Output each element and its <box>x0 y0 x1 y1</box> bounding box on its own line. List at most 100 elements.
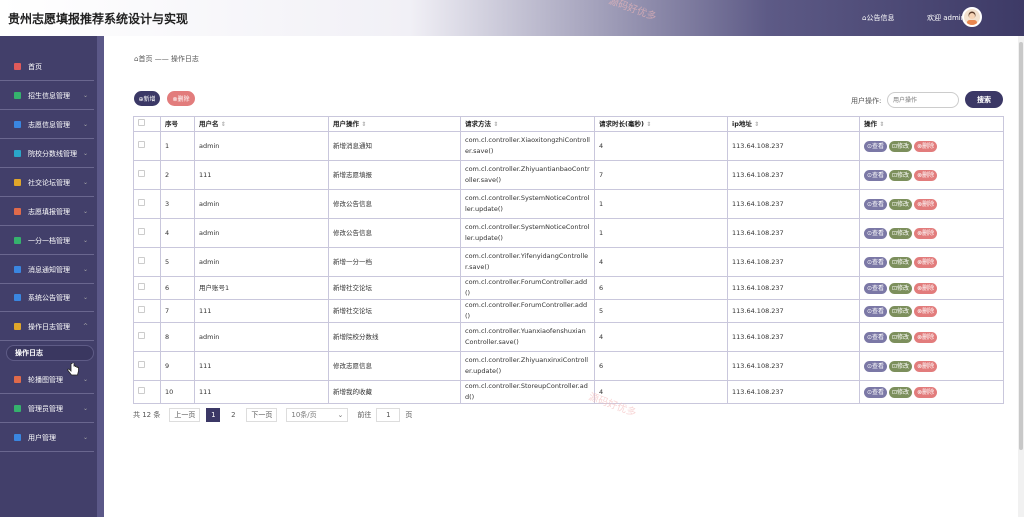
column-header-label: 用户操作 <box>333 119 359 128</box>
edit-button[interactable]: ⊡修改 <box>889 227 913 239</box>
sidebar-subitem-operation-log[interactable]: 操作日志 <box>6 345 94 361</box>
row-checkbox[interactable] <box>138 256 145 264</box>
sidebar-item[interactable]: 首页 <box>0 53 94 81</box>
cell-action: 新增一分一档 <box>328 247 461 277</box>
cell-action: 新增消息通知 <box>328 131 461 161</box>
scrollbar-thumb[interactable] <box>1019 42 1023 450</box>
cell-user: 111 <box>194 380 329 404</box>
sort-icon[interactable]: ⇕ <box>221 121 226 128</box>
sidebar-item-label: 消息通知管理 <box>28 265 70 274</box>
sidebar-item[interactable]: 轮播图管理 ⌄ <box>0 366 94 394</box>
sort-icon[interactable]: ⇕ <box>879 121 884 128</box>
row-delete-button[interactable]: ⊗删除 <box>914 256 938 268</box>
sidebar-item[interactable]: 管理员管理 ⌄ <box>0 395 94 423</box>
edit-button[interactable]: ⊡修改 <box>889 198 913 210</box>
edit-button[interactable]: ⊡修改 <box>889 256 913 268</box>
row-delete-button[interactable]: ⊗删除 <box>914 140 938 152</box>
sidebar-item[interactable]: 志愿填报管理 ⌄ <box>0 198 94 226</box>
sidebar-item[interactable]: 操作日志管理 ^ <box>0 313 94 341</box>
row-delete-button[interactable]: ⊗删除 <box>914 198 938 210</box>
row-select-cell <box>133 299 161 323</box>
row-delete-button[interactable]: ⊗删除 <box>914 282 938 294</box>
row-delete-button[interactable]: ⊗删除 <box>914 305 938 317</box>
column-header-label: 用户名 <box>199 119 219 128</box>
delete-button[interactable]: ⊗删除 <box>167 91 195 106</box>
column-header: ip地址 ⇕ <box>727 116 860 132</box>
row-delete-button[interactable]: ⊗删除 <box>914 169 938 181</box>
edit-button[interactable]: ⊡修改 <box>889 386 913 398</box>
edit-button[interactable]: ⊡修改 <box>889 282 913 294</box>
row-checkbox[interactable] <box>138 386 145 394</box>
row-checkbox[interactable] <box>138 198 145 206</box>
cell-ip: 113.64.108.237 <box>727 299 860 323</box>
cell-method: com.cl.controller.SystemNoticeController… <box>460 218 595 248</box>
user-avatar-icon <box>967 11 977 25</box>
row-checkbox[interactable] <box>138 282 145 290</box>
sort-icon[interactable]: ⇕ <box>493 121 498 128</box>
next-page-button[interactable]: 下一页 <box>246 408 278 422</box>
sidebar-item[interactable]: 系统公告管理 ⌄ <box>0 284 94 312</box>
edit-button[interactable]: ⊡修改 <box>889 140 913 152</box>
sidebar-item[interactable]: 院校分数线管理 ⌄ <box>0 140 94 168</box>
row-select-cell <box>133 160 161 190</box>
breadcrumb-home[interactable]: 首页 <box>138 55 152 63</box>
view-button[interactable]: ⊙查看 <box>864 386 888 398</box>
row-delete-button[interactable]: ⊗删除 <box>914 386 938 398</box>
row-checkbox[interactable] <box>138 305 145 313</box>
sort-icon[interactable]: ⇕ <box>646 121 651 128</box>
row-checkbox[interactable] <box>138 360 145 368</box>
column-header[interactable] <box>133 116 161 132</box>
row-delete-button[interactable]: ⊗删除 <box>914 360 938 372</box>
view-button[interactable]: ⊙查看 <box>864 169 888 181</box>
row-checkbox[interactable] <box>138 331 145 339</box>
add-button[interactable]: ⊕新增 <box>134 91 160 106</box>
view-button[interactable]: ⊙查看 <box>864 140 888 152</box>
top-header: 贵州志愿填报推荐系统设计与实现 ⌂公告信息 欢迎 admin <box>0 0 1024 36</box>
search-button[interactable]: 搜索 <box>965 91 1003 108</box>
sidebar-item[interactable]: 消息通知管理 ⌄ <box>0 256 94 284</box>
edit-button[interactable]: ⊡修改 <box>889 331 913 343</box>
edit-button[interactable]: ⊡修改 <box>889 360 913 372</box>
avatar[interactable] <box>962 7 982 27</box>
notice-link[interactable]: ⌂公告信息 <box>862 13 894 23</box>
grid-icon <box>14 179 21 186</box>
edit-button[interactable]: ⊡修改 <box>889 169 913 181</box>
view-button[interactable]: ⊙查看 <box>864 198 888 210</box>
edit-button[interactable]: ⊡修改 <box>889 305 913 317</box>
sort-icon[interactable]: ⇕ <box>361 121 366 128</box>
row-checkbox[interactable] <box>138 140 145 148</box>
sidebar-item[interactable]: 一分一档管理 ⌄ <box>0 227 94 255</box>
view-button[interactable]: ⊙查看 <box>864 282 888 294</box>
view-button[interactable]: ⊙查看 <box>864 305 888 317</box>
sidebar-item[interactable]: 招生信息管理 ⌄ <box>0 82 94 110</box>
page-size-select[interactable]: 10条/页 ⌄ <box>286 408 349 422</box>
view-button[interactable]: ⊙查看 <box>864 331 888 343</box>
cell-no: 3 <box>160 189 195 219</box>
sidebar-item[interactable]: 用户管理 ⌄ <box>0 424 94 452</box>
row-actions: ⊙查看 ⊡修改 ⊗删除 <box>859 380 1004 404</box>
goto-page-input[interactable]: 1 <box>376 408 401 422</box>
row-select-cell <box>133 276 161 300</box>
view-button[interactable]: ⊙查看 <box>864 227 888 239</box>
select-all-checkbox[interactable] <box>138 118 145 126</box>
row-delete-button[interactable]: ⊗删除 <box>914 227 938 239</box>
cell-method: com.cl.controller.XiaoxitongzhiControlle… <box>460 131 595 161</box>
row-checkbox[interactable] <box>138 227 145 235</box>
prev-page-button[interactable]: 上一页 <box>169 408 201 422</box>
row-checkbox[interactable] <box>138 169 145 177</box>
row-delete-button[interactable]: ⊗删除 <box>914 331 938 343</box>
cell-method: com.cl.controller.SystemNoticeController… <box>460 189 595 219</box>
page-2-button[interactable]: 2 <box>226 408 240 422</box>
sidebar-item[interactable]: 志愿信息管理 ⌄ <box>0 111 94 139</box>
cell-user: 111 <box>194 351 329 381</box>
sidebar-item[interactable]: 社交论坛管理 ⌄ <box>0 169 94 197</box>
grid-icon <box>14 323 21 330</box>
cell-action: 新增社交论坛 <box>328 299 461 323</box>
sort-icon[interactable]: ⇕ <box>754 121 759 128</box>
search-input[interactable] <box>887 92 959 108</box>
view-button[interactable]: ⊙查看 <box>864 256 888 268</box>
view-button[interactable]: ⊙查看 <box>864 360 888 372</box>
cell-ip: 113.64.108.237 <box>727 322 860 352</box>
pagination: 共 12 条 上一页 1 2 下一页 10条/页 ⌄ 前往 1 页 <box>133 408 412 422</box>
page-1-button[interactable]: 1 <box>206 408 221 422</box>
